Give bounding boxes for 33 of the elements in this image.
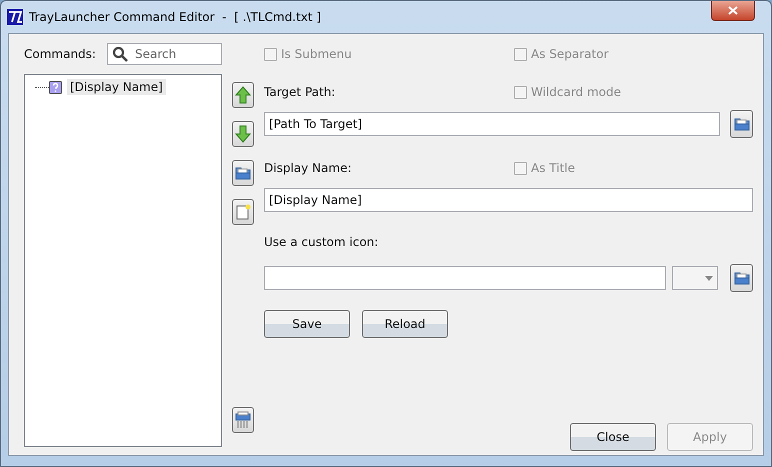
up-arrow-icon [235,86,251,104]
new-page-icon [235,204,251,220]
target-path-label: Target Path: [264,85,336,99]
new-folder-button[interactable] [232,160,254,186]
move-down-button[interactable] [232,121,254,147]
browse-button[interactable] [730,264,753,292]
search-icon [112,46,128,62]
action-button[interactable]: Save [264,310,350,338]
move-up-button[interactable] [232,82,254,108]
caret-icon [705,276,713,280]
shredder-icon [235,411,251,429]
dialog-button[interactable]: Close [570,423,656,451]
folder-icon [734,270,750,286]
display-name-label: Display Name: [264,161,352,175]
action-button[interactable]: Reload [362,310,448,338]
app-logo-icon [7,9,23,25]
tree-item[interactable]: [Display Name] [67,79,166,95]
help-icon [49,80,62,94]
icon-path-field[interactable] [264,266,666,290]
folder-icon [734,116,750,132]
new-item-button[interactable] [232,199,254,225]
delete-button[interactable] [232,407,254,433]
target-path-field[interactable]: [Path To Target] [264,112,720,136]
custom-icon-label: Use a custom icon: [264,235,378,249]
browse-button[interactable] [730,110,753,138]
commands-label: Commands: [24,47,96,61]
close-button[interactable] [711,1,755,21]
down-arrow-icon [235,125,251,143]
search-field[interactable]: Search [107,43,222,65]
display-name-field[interactable]: [Display Name] [264,188,753,212]
window-title: TrayLauncher Command Editor - [ .\TLCmd.txt ] [29,10,322,24]
folder-icon [235,165,251,181]
close-icon [728,6,738,15]
